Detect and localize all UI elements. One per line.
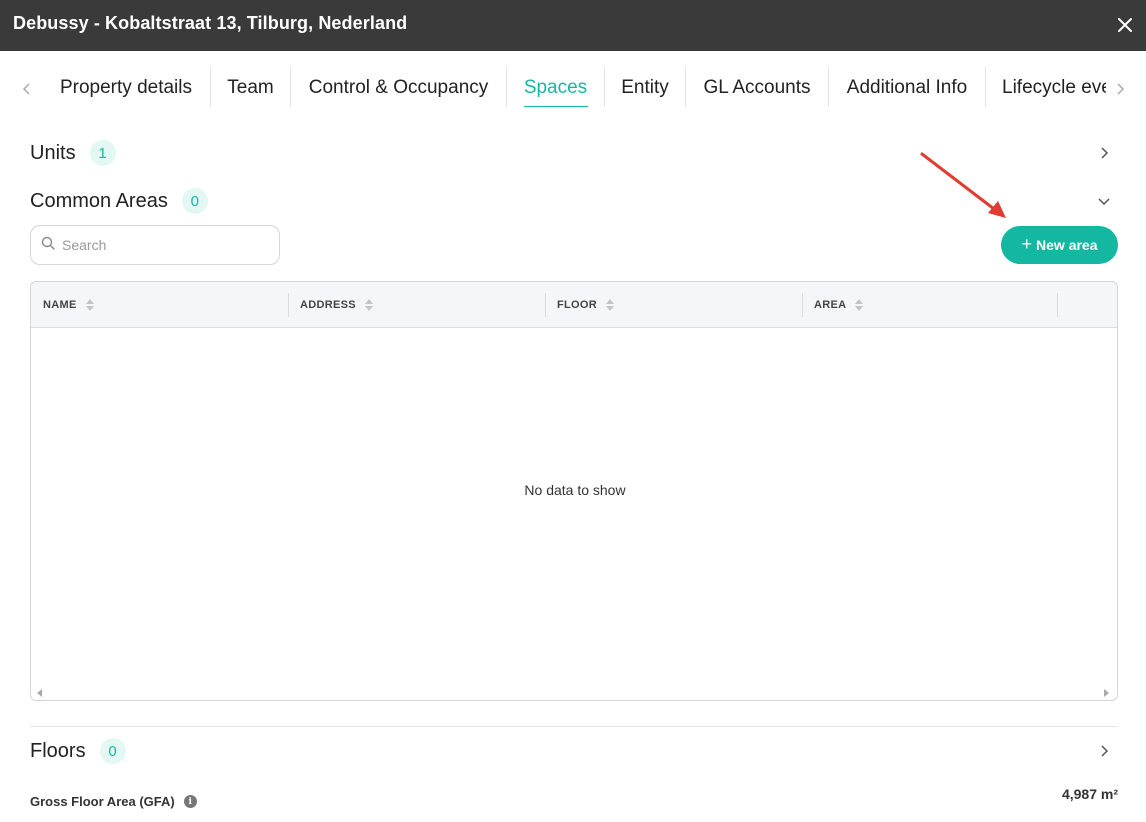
sort-icon bbox=[605, 298, 615, 312]
sort-icon bbox=[85, 298, 95, 312]
tab-spaces[interactable]: Spaces bbox=[507, 67, 604, 107]
new-area-label: New area bbox=[1036, 237, 1098, 253]
common-areas-title: Common Areas bbox=[30, 189, 168, 212]
units-section-header[interactable]: Units 1 bbox=[30, 138, 116, 168]
search-box[interactable] bbox=[30, 225, 280, 265]
chevron-left-icon[interactable] bbox=[17, 79, 37, 99]
scroll-left-icon[interactable] bbox=[37, 684, 43, 700]
tab-entity[interactable]: Entity bbox=[605, 67, 685, 107]
tab-property-details[interactable]: Property details bbox=[42, 67, 210, 107]
close-icon[interactable] bbox=[1111, 11, 1139, 39]
window-title: Debussy - Kobaltstraat 13, Tilburg, Nede… bbox=[13, 13, 408, 33]
column-header-address[interactable]: ADDRESS bbox=[288, 282, 545, 328]
active-tab-underline bbox=[523, 106, 588, 107]
scroll-right-icon[interactable] bbox=[1103, 684, 1109, 700]
units-title: Units bbox=[30, 141, 76, 164]
gfa-label: Gross Floor Area (GFA) i bbox=[30, 794, 197, 809]
floors-count-badge: 0 bbox=[99, 738, 126, 764]
sort-icon bbox=[854, 298, 864, 312]
search-input[interactable] bbox=[62, 237, 252, 253]
tab-additional-info[interactable]: Additional Info bbox=[829, 67, 985, 107]
floors-section-header[interactable]: Floors 0 bbox=[30, 736, 126, 766]
common-areas-count-badge: 0 bbox=[181, 188, 208, 214]
tab-control-occupancy[interactable]: Control & Occupancy bbox=[291, 67, 506, 107]
table-header: NAME ADDRESS FLOOR AREA bbox=[31, 282, 1117, 328]
units-count-badge: 1 bbox=[89, 140, 116, 166]
search-icon bbox=[41, 236, 55, 255]
empty-state-message: No data to show bbox=[524, 482, 626, 498]
info-icon[interactable]: i bbox=[183, 795, 197, 808]
sort-icon bbox=[364, 298, 374, 312]
chevron-right-icon[interactable] bbox=[1095, 144, 1113, 162]
tab-strip: Property details Team Control & Occupanc… bbox=[42, 67, 1106, 107]
chevron-right-icon[interactable] bbox=[1095, 742, 1113, 760]
tab-gl-accounts[interactable]: GL Accounts bbox=[686, 67, 828, 107]
chevron-right-icon[interactable] bbox=[1110, 79, 1130, 99]
floors-title: Floors bbox=[30, 739, 86, 762]
tab-bar: Property details Team Control & Occupanc… bbox=[0, 51, 1146, 121]
common-areas-section-header[interactable]: Common Areas 0 bbox=[30, 186, 208, 216]
column-header-area[interactable]: AREA bbox=[802, 282, 1057, 328]
plus-icon: + bbox=[1021, 233, 1033, 254]
tab-team[interactable]: Team bbox=[211, 67, 290, 107]
gfa-value: 4,987 m² bbox=[1061, 786, 1118, 802]
window-titlebar: Debussy - Kobaltstraat 13, Tilburg, Nede… bbox=[0, 0, 1146, 51]
column-separator bbox=[1057, 293, 1058, 317]
section-divider bbox=[30, 726, 1118, 727]
column-header-floor[interactable]: FLOOR bbox=[545, 282, 802, 328]
annotation-arrow bbox=[920, 152, 1006, 218]
column-header-name[interactable]: NAME bbox=[31, 282, 288, 328]
common-areas-table: NAME ADDRESS FLOOR AREA No data to show bbox=[30, 281, 1118, 701]
new-area-button[interactable]: + New area bbox=[1001, 226, 1118, 264]
chevron-down-icon[interactable] bbox=[1095, 192, 1113, 210]
tab-lifecycle-events[interactable]: Lifecycle events bbox=[986, 67, 1106, 107]
